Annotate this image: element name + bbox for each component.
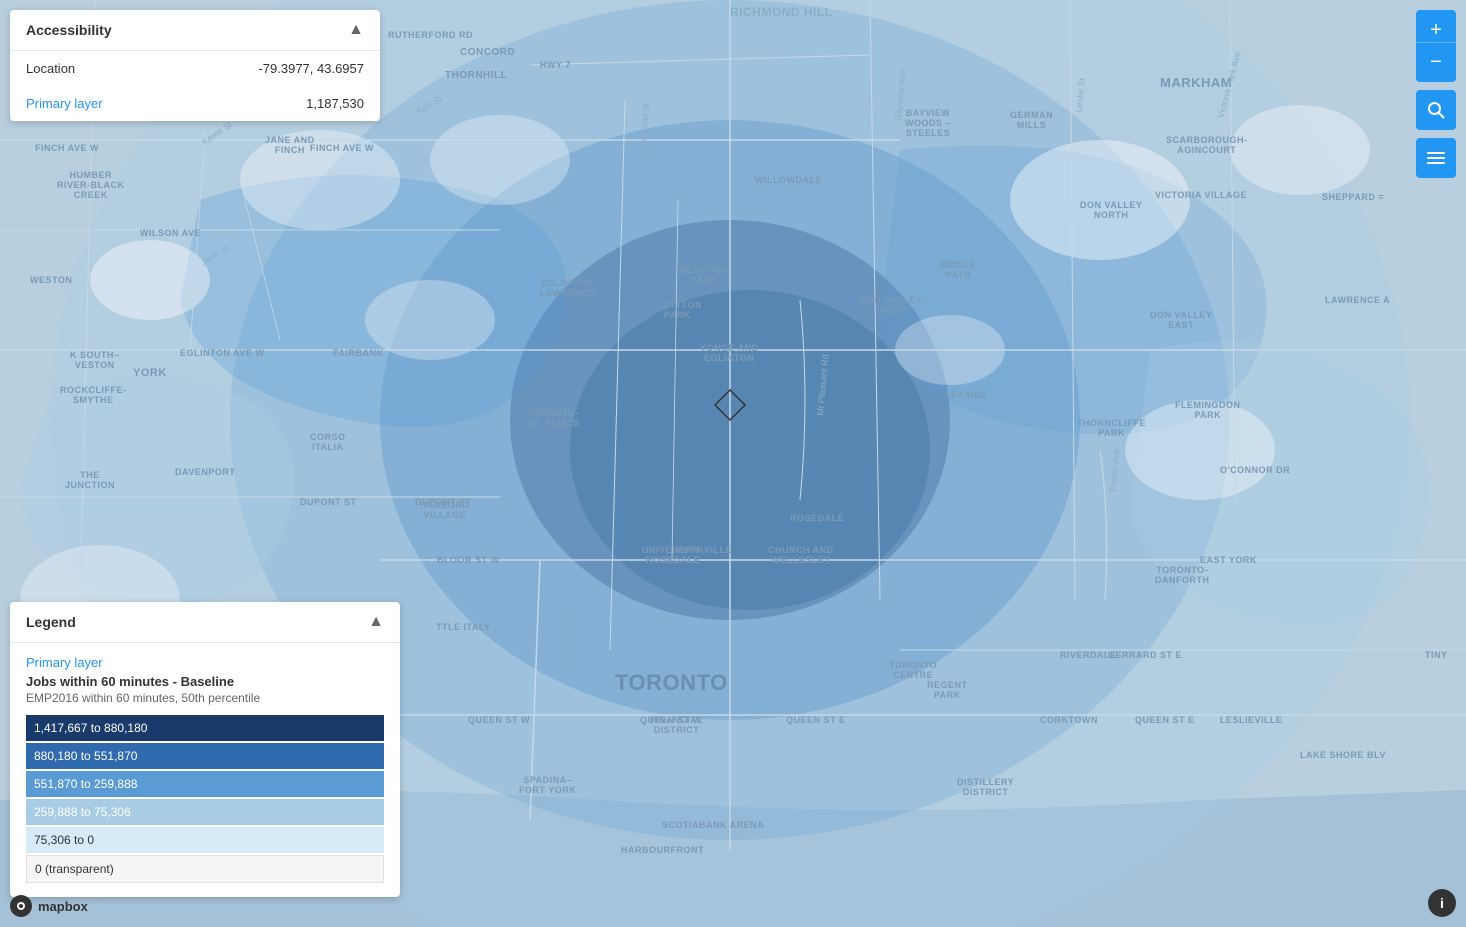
mapbox-logo-text: mapbox — [38, 899, 88, 914]
accessibility-panel: Accessibility ▲ Location -79.3977, 43.69… — [10, 10, 380, 121]
legend-layer-subtitle: EMP2016 within 60 minutes, 50th percenti… — [26, 691, 384, 705]
accessibility-primary-row: Primary layer 1,187,530 — [10, 86, 380, 121]
legend-item-label: 75,306 to 0 — [34, 833, 94, 847]
accessibility-location-label: Location — [26, 61, 75, 76]
info-icon: i — [1440, 895, 1444, 911]
map-controls: + − — [1416, 10, 1456, 178]
legend-item-label: 259,888 to 75,306 — [34, 805, 131, 819]
zoom-out-button[interactable]: − — [1416, 42, 1456, 82]
accessibility-location-row: Location -79.3977, 43.6957 — [10, 51, 380, 86]
legend-item-label: 0 (transparent) — [35, 862, 114, 876]
legend-item: 259,888 to 75,306 — [26, 799, 384, 825]
accessibility-primary-layer-value: 1,187,530 — [306, 96, 364, 111]
accessibility-panel-collapse-btn[interactable]: ▲ — [348, 22, 364, 38]
legend-primary-label: Primary layer — [26, 655, 384, 670]
legend-item: 551,870 to 259,888 — [26, 771, 384, 797]
accessibility-primary-layer-link[interactable]: Primary layer — [26, 96, 103, 111]
legend-item-label: 551,870 to 259,888 — [34, 777, 137, 791]
legend-item: 75,306 to 0 — [26, 827, 384, 853]
search-icon — [1427, 101, 1445, 119]
accessibility-panel-header: Accessibility ▲ — [10, 10, 380, 51]
search-button[interactable] — [1416, 90, 1456, 130]
legend-panel-collapse-btn[interactable]: ▲ — [368, 614, 384, 630]
accessibility-panel-title: Accessibility — [26, 22, 112, 38]
layers-icon — [1426, 149, 1446, 167]
legend-items: 1,417,667 to 880,180 880,180 to 551,870 55… — [26, 715, 384, 883]
legend-body: Primary layer Jobs within 60 minutes - B… — [10, 643, 400, 897]
legend-layer-title: Jobs within 60 minutes - Baseline — [26, 674, 384, 689]
legend-item-label: 1,417,667 to 880,180 — [34, 721, 147, 735]
zoom-group: + − — [1416, 10, 1456, 82]
legend-panel-title: Legend — [26, 614, 76, 630]
mapbox-icon — [14, 899, 28, 913]
legend-panel-header: Legend ▲ — [10, 602, 400, 643]
legend-item: 0 (transparent) — [26, 855, 384, 883]
legend-panel: Legend ▲ Primary layer Jobs within 60 mi… — [10, 602, 400, 897]
legend-item: 880,180 to 551,870 — [26, 743, 384, 769]
mapbox-logo-icon — [10, 895, 32, 917]
legend-item-label: 880,180 to 551,870 — [34, 749, 137, 763]
mapbox-logo: mapbox — [10, 895, 88, 917]
layers-button[interactable] — [1416, 138, 1456, 178]
info-button[interactable]: i — [1428, 889, 1456, 917]
accessibility-location-value: -79.3977, 43.6957 — [258, 61, 364, 76]
legend-item: 1,417,667 to 880,180 — [26, 715, 384, 741]
